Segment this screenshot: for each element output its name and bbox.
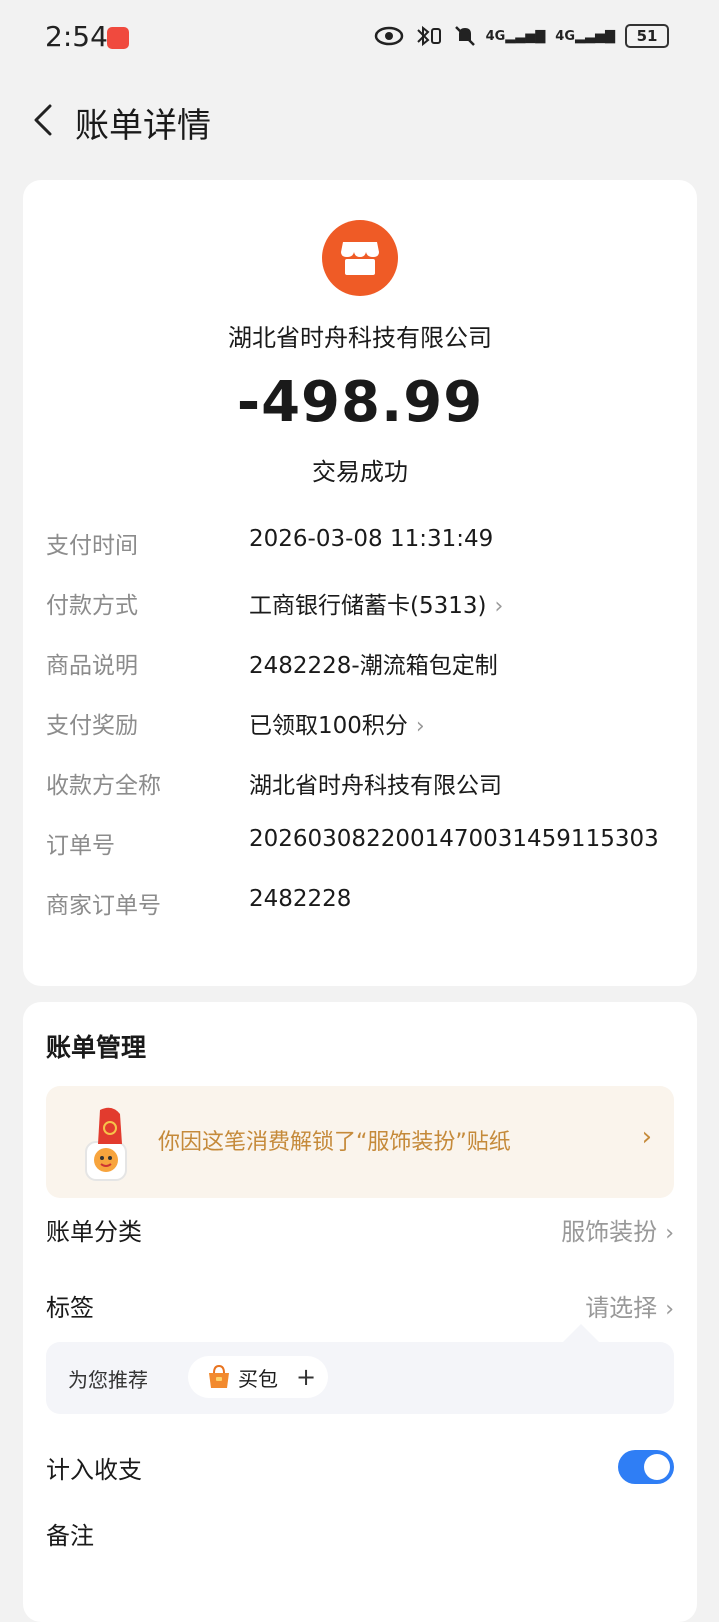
detail-value: 2482228-潮流箱包定制 [249, 653, 498, 679]
detail-row-payee: 收款方全称 湖北省时舟科技有限公司 [46, 766, 697, 806]
note-label: 备注 [46, 1522, 94, 1550]
detail-value-link[interactable]: 工商银行储蓄卡(5313) › [249, 586, 503, 620]
detail-label: 支付奖励 [46, 713, 138, 739]
suggest-box: 为您推荐 买包 + [46, 1342, 674, 1414]
suggest-tag-text: 买包 [238, 1366, 278, 1391]
category-value[interactable]: 服饰装扮 › [561, 1212, 674, 1247]
battery-icon: 51 [625, 24, 669, 48]
chevron-right-icon: › [494, 594, 504, 619]
sticker-banner[interactable]: 你因这笔消费解锁了“服饰装扮”贴纸 › [46, 1086, 674, 1198]
transaction-status: 交易成功 [312, 458, 408, 486]
detail-row-pay-time: 支付时间 2026-03-08 11:31:49 [46, 526, 697, 566]
detail-value: 湖北省时舟科技有限公司 [249, 773, 502, 799]
sticker-text: 你因这笔消费解锁了“服饰装扮”贴纸 [158, 1130, 511, 1155]
category-row[interactable]: 账单分类 服饰装扮 › [46, 1212, 674, 1252]
detail-label: 订单号 [46, 833, 115, 859]
suggest-label: 为您推荐 [68, 1368, 148, 1392]
bluetooth-vibrate-icon [416, 25, 441, 47]
note-row[interactable]: 备注 [46, 1516, 674, 1556]
income-label: 计入收支 [46, 1456, 142, 1484]
lipstick-sticker-icon [85, 1107, 127, 1181]
suggest-tag-chip[interactable]: 买包 + [188, 1356, 328, 1398]
app-notification-icon [107, 27, 129, 49]
plus-icon: + [296, 1363, 317, 1391]
chevron-right-icon: › [415, 714, 425, 739]
detail-value: 2026-03-08 11:31:49 [249, 526, 494, 552]
detail-row-pay-method[interactable]: 付款方式 工商银行储蓄卡(5313) › [46, 586, 697, 626]
detail-label: 付款方式 [46, 593, 138, 619]
store-icon [322, 220, 398, 296]
chevron-right-icon: › [665, 1221, 674, 1246]
income-toggle[interactable] [618, 1450, 674, 1484]
detail-value-link[interactable]: 已领取100积分 › [249, 706, 425, 740]
back-icon[interactable] [28, 102, 64, 138]
status-time: 2:54 [45, 20, 108, 53]
detail-row-merchant-order-no: 商家订单号 2482228 [46, 886, 697, 926]
detail-label: 商品说明 [46, 653, 138, 679]
detail-label: 商家订单号 [46, 893, 161, 919]
detail-label: 支付时间 [46, 533, 138, 559]
signal-4g-icon-2: 4G▂▃▅▇ [555, 28, 615, 44]
eye-icon [374, 26, 403, 46]
chevron-right-icon: › [665, 1297, 674, 1322]
detail-label: 收款方全称 [46, 773, 161, 799]
status-bar: 2:54 4G▂▃▅▇ 4G▂▃▅▇ 51 [0, 0, 719, 74]
merchant-name: 湖北省时舟科技有限公司 [228, 324, 492, 352]
tag-label: 标签 [46, 1294, 94, 1322]
mute-bell-icon [454, 26, 475, 46]
toggle-knob [644, 1454, 670, 1480]
detail-row-reward[interactable]: 支付奖励 已领取100积分 › [46, 706, 697, 746]
detail-row-product: 商品说明 2482228-潮流箱包定制 [46, 646, 697, 686]
detail-value: 2026030822001470031459115303 [249, 826, 659, 852]
section-title: 账单管理 [46, 1033, 147, 1062]
status-icons: 4G▂▃▅▇ 4G▂▃▅▇ 51 [374, 24, 669, 48]
bill-summary-card: 湖北省时舟科技有限公司 -498.99 交易成功 支付时间 2026-03-08… [23, 180, 697, 986]
signal-4g-icon: 4G▂▃▅▇ [485, 28, 546, 44]
income-row: 计入收支 [46, 1450, 674, 1490]
category-label: 账单分类 [46, 1218, 142, 1246]
detail-row-order-no: 订单号 2026030822001470031459115303 [46, 826, 697, 866]
page-title: 账单详情 [75, 106, 211, 146]
detail-value: 2482228 [249, 886, 352, 912]
amount: -498.99 [236, 370, 484, 435]
tag-select[interactable]: 请选择 › [585, 1288, 674, 1323]
nav-header: 账单详情 [0, 84, 719, 154]
handbag-icon [209, 1364, 229, 1388]
tooltip-arrow [563, 1324, 599, 1342]
chevron-right-icon: › [641, 1122, 652, 1152]
tag-row[interactable]: 标签 请选择 › [46, 1288, 674, 1328]
bill-management-card: 账单管理 你因这笔消费解锁了“服饰装扮”贴纸 › 账单分类 服饰装扮 › 标签 请… [23, 1002, 697, 1622]
